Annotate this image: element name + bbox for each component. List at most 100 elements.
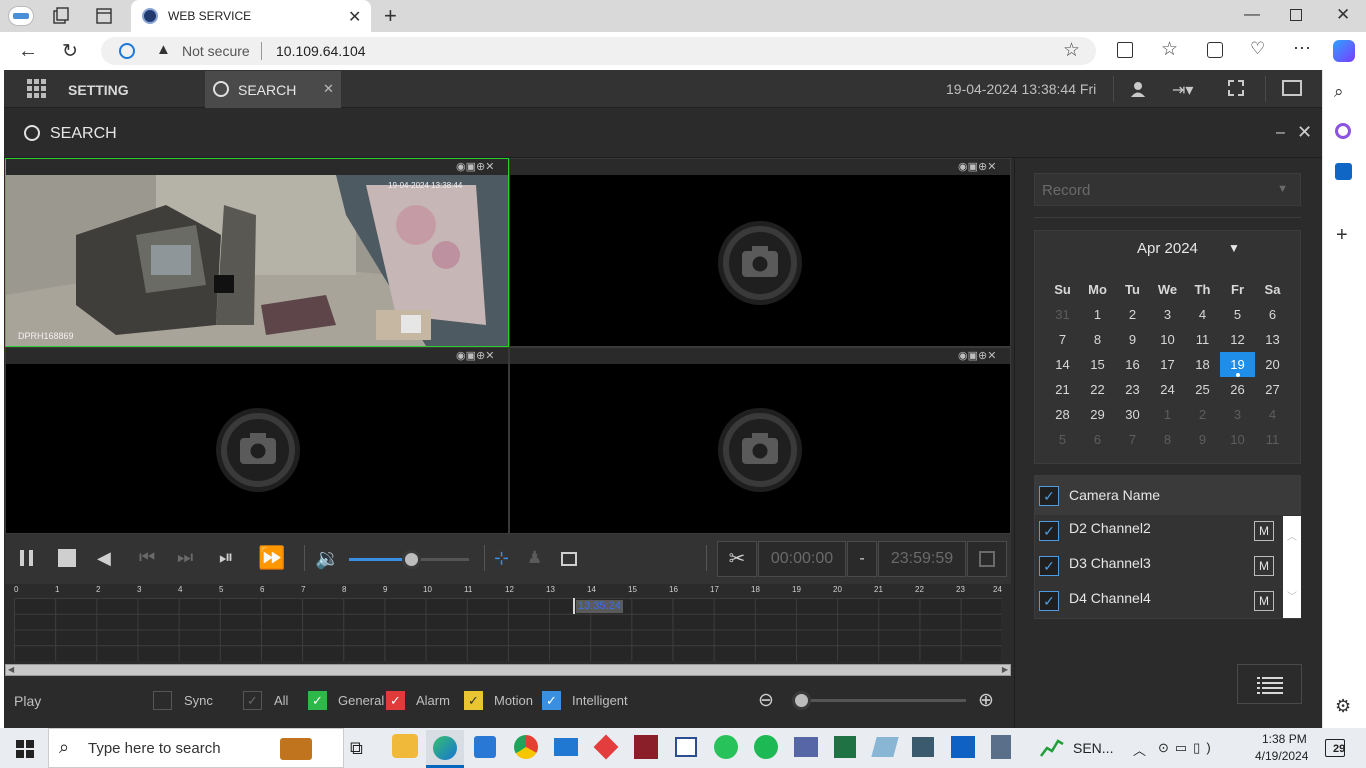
calendar-day[interactable]: 28: [1045, 402, 1080, 427]
start-windows-icon[interactable]: [16, 740, 34, 758]
smart-search-icon[interactable]: ♟: [527, 548, 542, 568]
cell-tools-icon[interactable]: ◉▣⊕✕: [958, 349, 996, 362]
live-view-icon[interactable]: [1282, 80, 1302, 96]
calendar-day[interactable]: 6: [1255, 302, 1290, 327]
calendar-day[interactable]: 1: [1080, 302, 1115, 327]
user-icon[interactable]: [1130, 81, 1146, 97]
fullscreen-icon[interactable]: [561, 552, 577, 566]
calendar-day[interactable]: 5: [1220, 302, 1255, 327]
motion-checkbox[interactable]: ✓: [464, 691, 483, 710]
sidebar-outlook-icon[interactable]: [1335, 163, 1352, 180]
calendar-day[interactable]: 15: [1080, 352, 1115, 377]
calendar-day[interactable]: 7: [1115, 427, 1150, 452]
timeline-scrollbar[interactable]: ◀ ▶: [5, 664, 1011, 676]
save-clip-button[interactable]: [967, 541, 1007, 577]
camera-list-scrollbar[interactable]: ︿ ﹀: [1283, 516, 1301, 618]
url-text[interactable]: 10.109.64.104: [276, 43, 366, 59]
stop-icon[interactable]: [58, 549, 76, 567]
scroll-up-icon[interactable]: ︿: [1287, 528, 1297, 543]
month-dropdown-icon[interactable]: ▼: [1228, 241, 1240, 255]
cell-tools-icon[interactable]: ◉▣⊕✕: [456, 160, 494, 173]
calendar-day[interactable]: 4: [1185, 302, 1220, 327]
favorite-star-icon[interactable]: ☆: [1063, 39, 1080, 62]
minimize-window-icon[interactable]: —: [1244, 6, 1260, 24]
file-explorer-icon[interactable]: [392, 734, 418, 758]
cell-tools-icon[interactable]: ◉▣⊕✕: [958, 160, 996, 173]
store-icon[interactable]: [474, 736, 496, 758]
profile-icon[interactable]: [8, 6, 34, 26]
logout-icon[interactable]: ⇥▾: [1172, 80, 1193, 100]
whatsapp-icon[interactable]: [714, 735, 738, 759]
calendar-day[interactable]: 7: [1045, 327, 1080, 352]
workspaces-icon[interactable]: [52, 7, 70, 25]
calendar-day[interactable]: 20: [1255, 352, 1290, 377]
calendar-day[interactable]: 4: [1255, 402, 1290, 427]
favorites-icon[interactable]: ☆: [1161, 38, 1178, 61]
calendar-day[interactable]: 17: [1150, 352, 1185, 377]
calendar-day[interactable]: 6: [1080, 427, 1115, 452]
scroll-right-icon[interactable]: ▶: [1002, 665, 1008, 674]
calendar-day[interactable]: 13: [1255, 327, 1290, 352]
tray-overflow-icon[interactable]: ︿: [1133, 740, 1146, 759]
cell-tools-icon[interactable]: ◉▣⊕✕: [456, 349, 494, 362]
app-screen-icon[interactable]: [912, 737, 934, 757]
record-type-select[interactable]: Record ▼: [1034, 173, 1301, 206]
play-reverse-icon[interactable]: ◀: [97, 548, 111, 569]
file-list-button[interactable]: [1237, 664, 1302, 704]
sync-checkbox[interactable]: [153, 691, 172, 710]
collections-icon[interactable]: [1207, 42, 1223, 58]
calendar-day[interactable]: 16: [1115, 352, 1150, 377]
menu-setting[interactable]: SETTING: [68, 82, 129, 98]
calendar-day[interactable]: 11: [1185, 327, 1220, 352]
copilot-icon[interactable]: [1333, 40, 1355, 62]
calendar-day[interactable]: 10: [1150, 327, 1185, 352]
scroll-down-icon[interactable]: ﹀: [1287, 588, 1297, 603]
url-box[interactable]: [101, 37, 1096, 65]
refresh-icon[interactable]: ↻: [62, 40, 78, 63]
calendar-day[interactable]: 2: [1115, 302, 1150, 327]
calendar-day[interactable]: 22: [1080, 377, 1115, 402]
calendar-day[interactable]: 27: [1255, 377, 1290, 402]
calendar-day[interactable]: 3: [1220, 402, 1255, 427]
camera-stream-button[interactable]: M: [1254, 591, 1274, 611]
new-tab-icon[interactable]: +: [384, 3, 397, 29]
back-icon[interactable]: ←: [18, 40, 38, 63]
video-cell-4[interactable]: ◉▣⊕✕: [509, 347, 1011, 534]
sidebar-add-icon[interactable]: +: [1336, 224, 1348, 247]
pause-icon[interactable]: [19, 549, 35, 567]
calendar-day[interactable]: 25: [1185, 377, 1220, 402]
not-secure-label[interactable]: Not secure: [182, 43, 250, 59]
calendar-day[interactable]: 24: [1150, 377, 1185, 402]
apps-grid-icon[interactable]: [27, 79, 47, 99]
sidebar-settings-icon[interactable]: ⚙: [1335, 696, 1351, 717]
camera-stream-button[interactable]: M: [1254, 521, 1274, 541]
slow-play-icon[interactable]: ⏯: [219, 547, 233, 568]
qr-code-icon[interactable]: [1228, 80, 1244, 96]
calendar-day[interactable]: 23: [1115, 377, 1150, 402]
zoom-out-icon[interactable]: ⊖: [758, 689, 774, 712]
tab-actions-icon[interactable]: [95, 7, 113, 25]
chrome-icon[interactable]: [514, 735, 538, 759]
calendar-month-label[interactable]: Apr 2024: [1137, 240, 1198, 257]
calendar-day[interactable]: 14: [1045, 352, 1080, 377]
calendar-day[interactable]: 10: [1220, 427, 1255, 452]
outlook-taskbar-icon[interactable]: [951, 736, 975, 758]
calendar-day[interactable]: 18: [1185, 352, 1220, 377]
task-view-icon[interactable]: ⧉: [350, 738, 363, 759]
tray-icons[interactable]: ⊙▭▯): [1158, 740, 1217, 756]
calendar-day[interactable]: 2: [1185, 402, 1220, 427]
previous-frame-icon[interactable]: ⏮: [139, 547, 155, 568]
minimize-panel-icon[interactable]: –: [1276, 124, 1285, 142]
calendar-day[interactable]: 9: [1115, 327, 1150, 352]
ie-mode-icon[interactable]: [119, 43, 135, 59]
calendar-day[interactable]: 3: [1150, 302, 1185, 327]
next-frame-icon[interactable]: ⏭: [177, 547, 193, 568]
volume-icon[interactable]: 🔉: [315, 546, 340, 571]
calendar-day[interactable]: 21: [1045, 377, 1080, 402]
zoom-in-icon[interactable]: ⊕: [978, 689, 994, 712]
app-window-icon[interactable]: [675, 737, 697, 757]
camera-checkbox[interactable]: ✓: [1039, 591, 1059, 611]
timeline-cursor-line[interactable]: [573, 598, 575, 614]
calendar-day[interactable]: 1: [1150, 402, 1185, 427]
restore-window-icon[interactable]: [1290, 9, 1302, 21]
